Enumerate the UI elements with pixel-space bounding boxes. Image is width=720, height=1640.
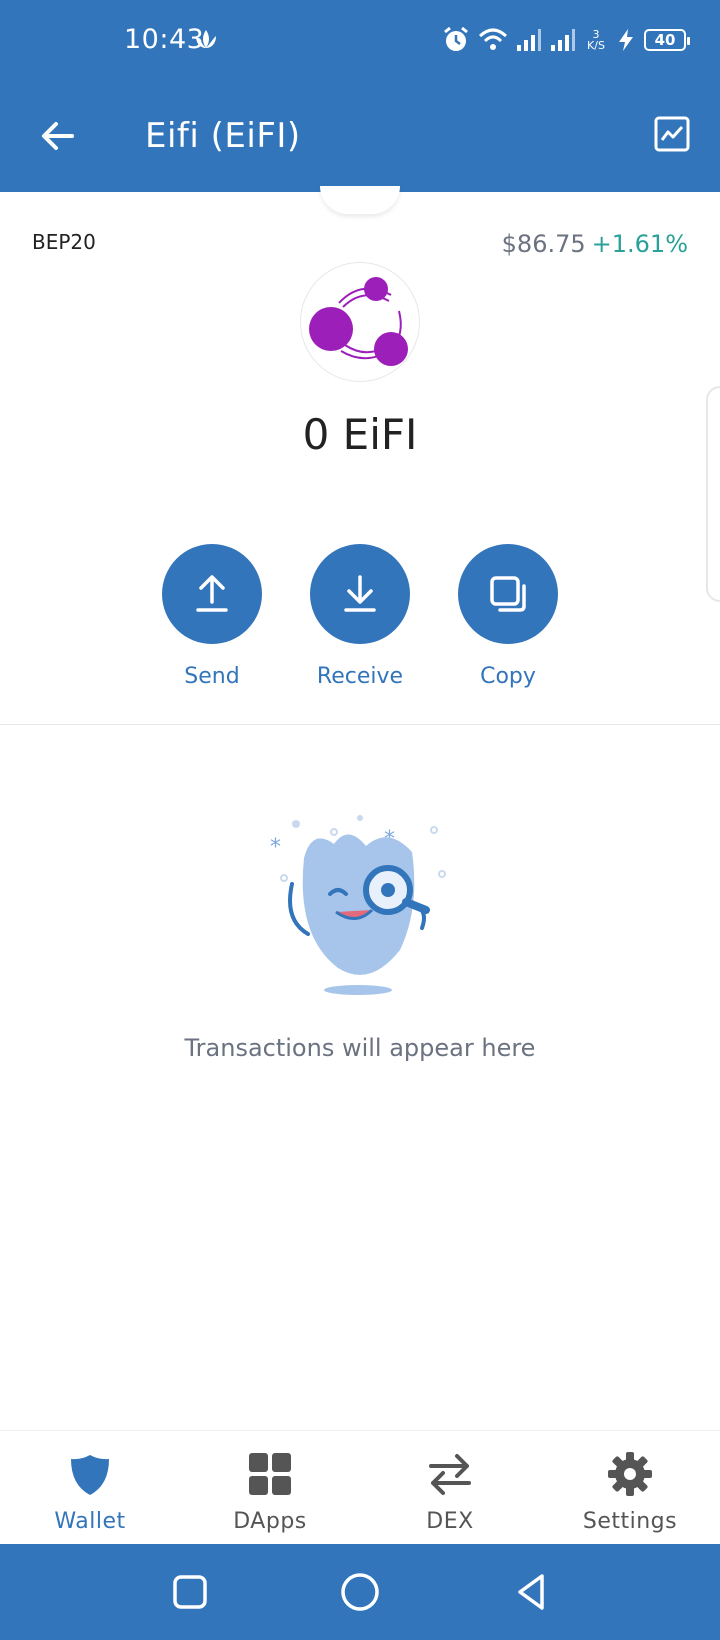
recent-apps-icon[interactable] bbox=[166, 1568, 214, 1616]
system-navigation-bar bbox=[0, 1544, 720, 1640]
nav-label-dapps: DApps bbox=[233, 1509, 307, 1534]
nav-item-settings[interactable]: Settings bbox=[540, 1431, 720, 1544]
token-price: $86.75 +1.61% bbox=[502, 230, 688, 258]
back-arrow-icon[interactable] bbox=[38, 116, 78, 156]
grid-icon bbox=[249, 1453, 291, 1495]
send-button[interactable]: Send bbox=[157, 544, 267, 689]
alarm-icon bbox=[444, 26, 468, 51]
shield-icon bbox=[71, 1455, 109, 1495]
charging-icon bbox=[619, 29, 633, 51]
upload-arrow-icon bbox=[196, 575, 228, 612]
receive-button[interactable]: Receive bbox=[305, 544, 415, 689]
nav-item-dapps[interactable]: DApps bbox=[180, 1431, 360, 1544]
nav-label-wallet: Wallet bbox=[54, 1509, 126, 1534]
network-label: BEP20 bbox=[32, 230, 96, 254]
price-value: $86.75 bbox=[501, 230, 586, 258]
home-icon[interactable] bbox=[336, 1568, 384, 1616]
section-divider bbox=[0, 724, 720, 725]
send-circle[interactable] bbox=[162, 544, 262, 644]
status-icons: 3 K/S 40 bbox=[442, 24, 690, 56]
top-bar: 10:43 3 K/S 40 Eifi (EiFI) bbox=[0, 0, 720, 192]
bottom-navigation: Wallet DApps DEX Settings bbox=[0, 1430, 720, 1544]
empty-transactions-illustration: * * bbox=[270, 815, 446, 995]
net-speed-unit: K/S bbox=[587, 39, 605, 52]
eifi-logo-icon bbox=[309, 277, 408, 366]
download-arrow-icon bbox=[344, 575, 376, 612]
nav-label-dex: DEX bbox=[426, 1509, 474, 1534]
swap-arrows-icon bbox=[429, 1454, 471, 1495]
svg-text:*: * bbox=[270, 835, 281, 860]
receive-circle[interactable] bbox=[310, 544, 410, 644]
app-header: Eifi (EiFI) bbox=[0, 82, 720, 192]
price-chart-icon[interactable] bbox=[654, 116, 690, 152]
lotus-notification-icon bbox=[196, 30, 216, 48]
side-panel-edge[interactable] bbox=[706, 386, 720, 602]
back-triangle-icon[interactable] bbox=[508, 1568, 556, 1616]
pull-down-handle[interactable] bbox=[320, 186, 400, 214]
copy-label: Copy bbox=[480, 664, 536, 689]
gear-icon bbox=[608, 1452, 652, 1496]
network-speed: 3 K/S bbox=[584, 29, 608, 51]
copy-icon bbox=[490, 576, 526, 612]
page-title: Eifi (EiFI) bbox=[145, 116, 301, 156]
copy-circle[interactable] bbox=[458, 544, 558, 644]
signal-strength-icon bbox=[517, 29, 541, 51]
status-bar: 10:43 3 K/S 40 bbox=[0, 0, 720, 82]
price-change: +1.61% bbox=[591, 230, 688, 258]
signal-strength-icon-2 bbox=[551, 29, 575, 51]
token-balance: 0 EiFI bbox=[302, 410, 418, 459]
receive-label: Receive bbox=[316, 664, 404, 689]
token-logo bbox=[300, 262, 420, 382]
nav-label-settings: Settings bbox=[582, 1509, 678, 1534]
send-label: Send bbox=[184, 664, 240, 689]
wifi-icon bbox=[478, 28, 508, 50]
battery-icon: 40 bbox=[644, 29, 690, 51]
nav-item-dex[interactable]: DEX bbox=[360, 1431, 540, 1544]
nav-item-wallet[interactable]: Wallet bbox=[0, 1431, 180, 1544]
empty-state-message: Transactions will appear here bbox=[184, 1034, 536, 1062]
copy-button[interactable]: Copy bbox=[453, 544, 563, 689]
